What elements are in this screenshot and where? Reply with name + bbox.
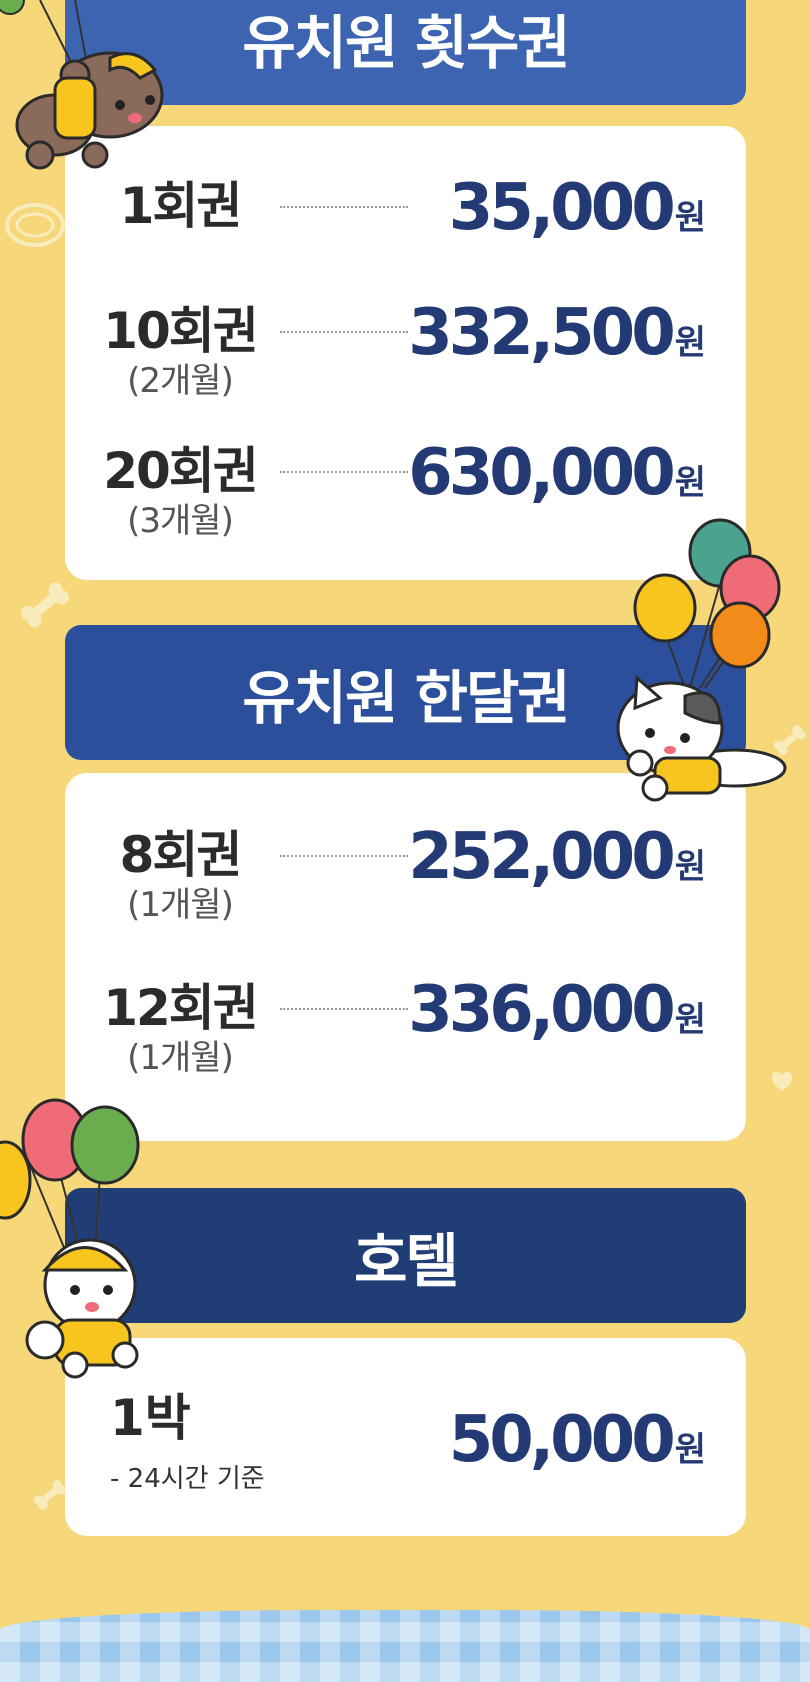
price-amount: 630,000: [408, 436, 675, 510]
section-title: 유치원 횟수권: [242, 8, 570, 77]
section-title: 유치원 한달권: [242, 663, 570, 732]
cat-mascot: [616, 518, 787, 802]
currency-unit: 원: [674, 463, 706, 503]
price-amount: 35,000: [448, 171, 676, 245]
currency-unit: 원: [674, 847, 706, 887]
price-amount: 50,000: [448, 1403, 676, 1477]
teddy-bear-mascot: [0, 0, 164, 170]
pass-duration: (2개월): [127, 361, 234, 401]
price-row: 8회권 (1개월) 252,000 원: [65, 825, 746, 935]
pass-name: 10회권: [103, 302, 259, 360]
bone-icon: [33, 1480, 67, 1510]
currency-unit: 원: [674, 198, 706, 238]
dotted-leader: [280, 1008, 408, 1010]
dotted-leader: [280, 206, 408, 208]
pass-duration: (1개월): [127, 1038, 234, 1078]
price-card-month-pass: 8회권 (1개월) 252,000 원 12회권 (1개월) 336,000 원: [65, 773, 746, 1141]
pass-name: 12회권: [103, 979, 259, 1037]
balloon-icon: [0, 0, 25, 15]
heart-icon: [771, 1072, 793, 1091]
bottom-pattern-strip: [0, 1610, 810, 1682]
price-row: 12회권 (1개월) 336,000 원: [65, 978, 746, 1088]
price-row: 1회권 35,000 원: [65, 176, 746, 286]
dotted-leader: [280, 331, 408, 333]
price-amount: 336,000: [408, 973, 675, 1047]
currency-unit: 원: [674, 1000, 706, 1040]
section-title: 호텔: [354, 1226, 459, 1295]
pass-duration: (1개월): [127, 885, 234, 925]
bone-icon: [20, 582, 70, 628]
white-dog-mascot: [0, 1098, 140, 1379]
balloon-icon: [709, 601, 771, 669]
section-header-hotel: 호텔: [65, 1188, 746, 1323]
price-row: 50,000 원: [65, 1408, 746, 1518]
price-amount: 252,000: [408, 820, 675, 894]
pass-duration: (3개월): [127, 501, 234, 541]
currency-unit: 원: [674, 323, 706, 363]
price-card-hotel: 1박 - 24시간 기준 50,000 원: [65, 1338, 746, 1536]
balloon-icon: [70, 1105, 140, 1185]
pass-name: 8회권: [119, 826, 243, 884]
collar-icon: [5, 203, 65, 247]
dotted-leader: [280, 471, 408, 473]
balloon-icon: [633, 573, 697, 643]
pass-name: 20회권: [103, 442, 259, 500]
price-amount: 332,500: [408, 296, 675, 370]
currency-unit: 원: [674, 1430, 706, 1470]
price-row: 10회권 (2개월) 332,500 원: [65, 301, 746, 411]
dotted-leader: [280, 855, 408, 857]
pass-name: 1회권: [119, 177, 243, 235]
price-card-count-pass: 1회권 35,000 원 10회권 (2개월) 332,500 원 20회권 (…: [65, 126, 746, 580]
